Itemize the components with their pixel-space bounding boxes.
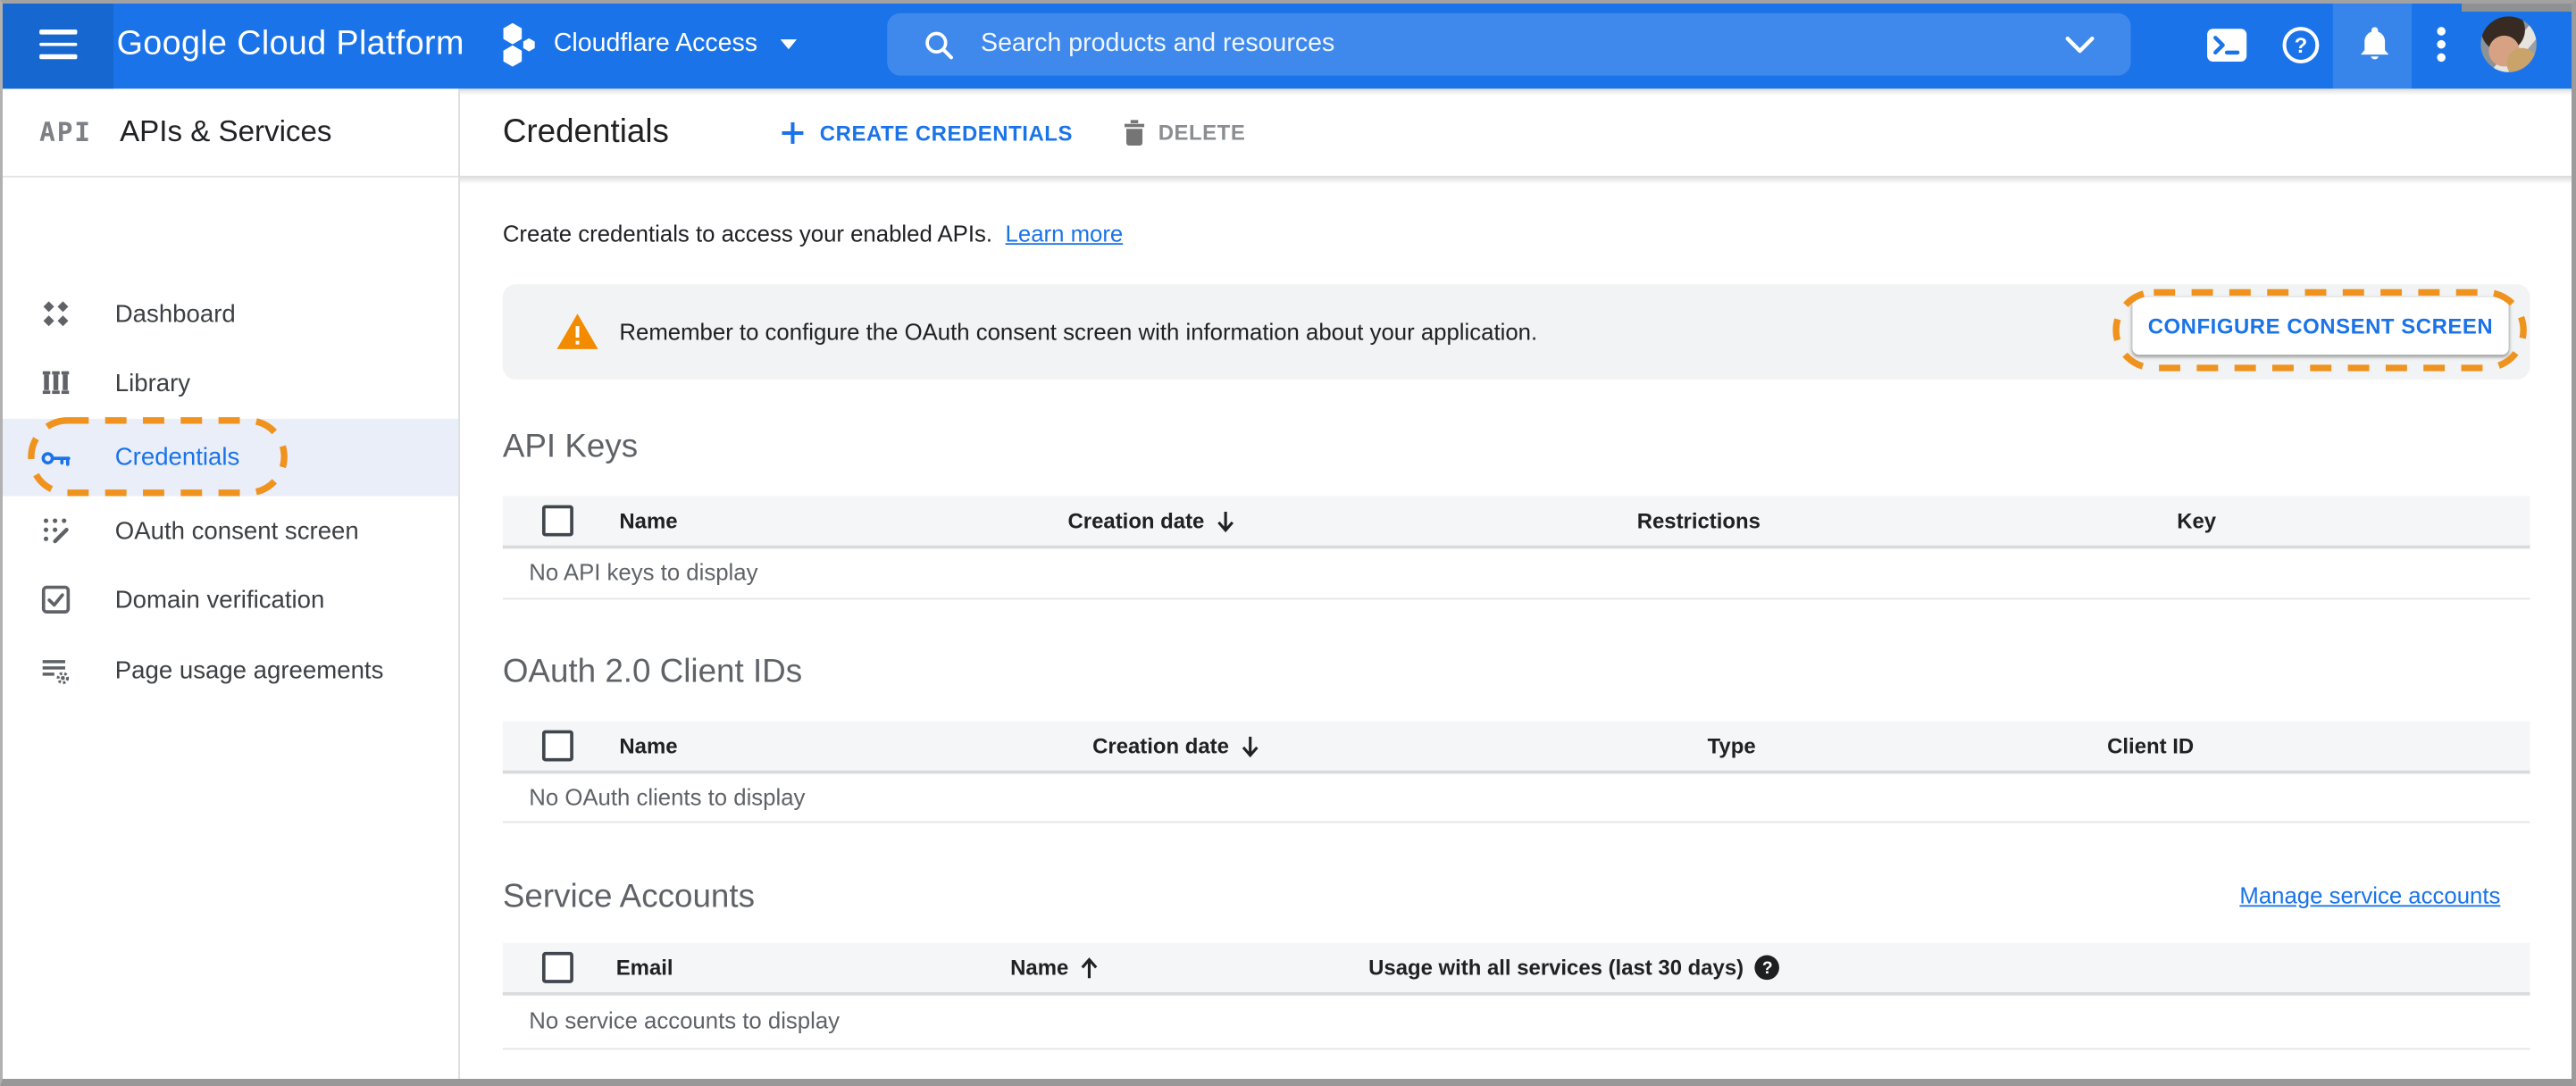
manage-service-accounts-link[interactable]: Manage service accounts — [2239, 882, 2500, 908]
select-all-checkbox[interactable] — [541, 951, 573, 983]
oauth-clients-table-header: Name Creation date Type Client ID — [502, 721, 2530, 774]
sidebar-item-label: Dashboard — [114, 299, 236, 328]
dashboard-icon — [41, 299, 71, 329]
sidebar-title: APIs & Services — [120, 114, 332, 148]
service-accounts-table-header: Email Name Usage with all services (last… — [502, 942, 2530, 996]
sidebar-item-dashboard[interactable]: Dashboard — [0, 280, 458, 348]
sort-asc-icon — [1082, 957, 1099, 978]
api-keys-table-header: Name Creation date Restrictions Key — [502, 496, 2530, 549]
key-icon — [41, 443, 71, 472]
consent-screen-icon — [41, 516, 71, 546]
notifications-icon[interactable] — [2354, 0, 2394, 88]
chevron-down-icon[interactable] — [2065, 36, 2095, 54]
page-usage-icon — [41, 656, 71, 685]
column-header-usage[interactable]: Usage with all services (last 30 days) ? — [1368, 955, 1780, 981]
sidebar-item-oauth-consent-screen[interactable]: OAuth consent screen — [0, 496, 458, 564]
column-header-name[interactable]: Name — [619, 508, 677, 533]
window-corner-patch — [2462, 0, 2576, 12]
section-title-oauth-clients: OAuth 2.0 Client IDs — [502, 654, 803, 690]
sidebar-item-label: OAuth consent screen — [114, 516, 359, 545]
sidebar-item-label: Library — [114, 368, 191, 397]
empty-text: No OAuth clients to display — [529, 782, 806, 809]
sidebar-item-page-usage-agreements[interactable]: Page usage agreements — [0, 634, 458, 706]
main-content: Credentials CREATE CREDENTIALS DELETE Cr… — [460, 88, 2576, 1086]
more-vertical-icon[interactable] — [2428, 0, 2454, 88]
avatar[interactable] — [2480, 16, 2537, 72]
intro-text: Create credentials to access your enable… — [502, 220, 1124, 246]
sidebar-item-library[interactable]: Library — [0, 348, 458, 417]
sort-desc-icon — [1217, 511, 1234, 532]
cloud-shell-icon[interactable] — [2203, 0, 2249, 88]
empty-text: No API keys to display — [529, 558, 758, 585]
help-filled-icon[interactable]: ? — [1754, 955, 1780, 981]
sidebar-item-label: Credentials — [114, 443, 240, 472]
column-header-name[interactable]: Name — [1010, 956, 1100, 980]
column-header-key[interactable]: Key — [2177, 508, 2216, 533]
credentials-toolbar: Credentials CREATE CREDENTIALS DELETE — [460, 88, 2576, 176]
project-selector[interactable]: Cloudflare Access — [501, 0, 798, 88]
appbar-shadow — [460, 88, 2576, 96]
column-header-creation-date[interactable]: Creation date — [1068, 508, 1236, 533]
banner-message: Remember to configure the OAuth consent … — [619, 318, 1538, 346]
search-bar[interactable] — [887, 13, 2131, 76]
delete-button[interactable]: DELETE — [1124, 119, 1245, 146]
configure-consent-screen-button[interactable]: CONFIGURE CONSENT SCREEN — [2132, 297, 2509, 355]
sidebar-header: API APIs & Services — [0, 88, 459, 178]
trash-icon — [1124, 119, 1145, 146]
gcp-console: Google Cloud Platform Cloudflare Access — [0, 0, 2576, 1086]
svg-text:?: ? — [2294, 33, 2307, 57]
page-title: Credentials — [502, 113, 669, 150]
help-icon[interactable]: ? — [2279, 0, 2321, 88]
sidebar-item-credentials[interactable]: Credentials — [0, 419, 459, 497]
warning-triangle-icon — [556, 313, 598, 349]
column-header-creation-date[interactable]: Creation date — [1092, 733, 1260, 758]
search-icon — [925, 30, 953, 59]
sidebar-item-label: Page usage agreements — [114, 656, 384, 685]
search-input[interactable] — [977, 28, 2065, 62]
project-caret-icon — [780, 39, 798, 50]
select-all-checkbox[interactable] — [541, 505, 573, 537]
service-accounts-empty-row: No service accounts to display — [502, 992, 2530, 1050]
menu-icon[interactable] — [39, 29, 78, 59]
oauth-clients-empty-row: No OAuth clients to display — [502, 771, 2530, 823]
column-header-type[interactable]: Type — [1708, 733, 1756, 758]
app-bar: Google Cloud Platform Cloudflare Access — [0, 0, 2576, 89]
sidebar-item-domain-verification[interactable]: Domain verification — [0, 565, 458, 634]
section-title-api-keys: API Keys — [502, 429, 639, 465]
plus-icon — [782, 121, 804, 144]
column-header-restrictions[interactable]: Restrictions — [1637, 508, 1761, 533]
sidebar-item-label: Domain verification — [114, 585, 325, 614]
api-logo-glyph: API — [39, 116, 92, 148]
domain-verification-icon — [41, 585, 71, 614]
library-icon — [41, 368, 71, 397]
column-header-client-id[interactable]: Client ID — [2107, 733, 2194, 758]
project-name: Cloudflare Access — [553, 29, 758, 58]
column-header-name[interactable]: Name — [619, 733, 677, 758]
product-logo[interactable]: Google Cloud Platform — [117, 0, 464, 88]
select-all-checkbox[interactable] — [541, 730, 573, 762]
section-title-service-accounts: Service Accounts — [502, 879, 756, 915]
api-keys-empty-row: No API keys to display — [502, 546, 2530, 600]
toolbar-shadow — [460, 175, 2576, 185]
column-header-email[interactable]: Email — [616, 956, 673, 981]
sort-desc-icon — [1242, 736, 1259, 757]
hexagon-cluster-icon — [503, 22, 535, 67]
empty-text: No service accounts to display — [529, 1007, 841, 1033]
learn-more-link[interactable]: Learn more — [1006, 220, 1124, 246]
sidebar: API APIs & Services Dashboard Library Cr… — [0, 88, 461, 1086]
create-credentials-button[interactable]: CREATE CREDENTIALS — [781, 120, 1073, 145]
